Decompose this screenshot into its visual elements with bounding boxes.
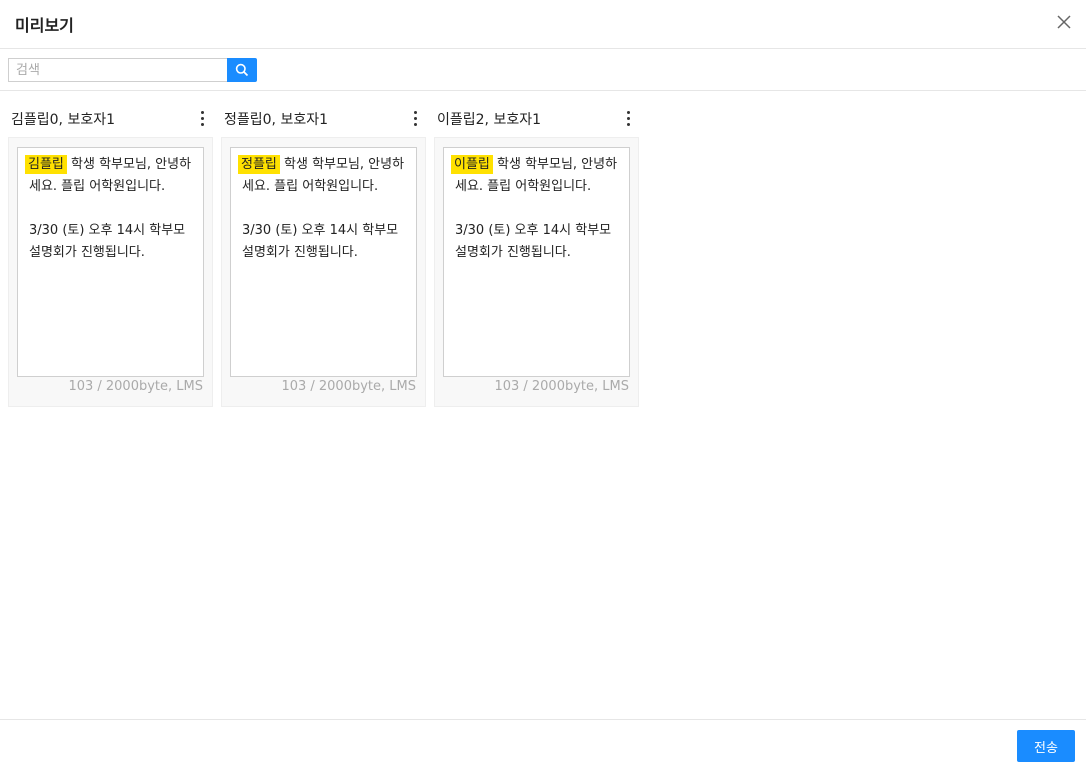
more-vertical-icon[interactable] — [195, 108, 209, 128]
search-bar — [0, 49, 1086, 91]
preview-column: 김플립0, 보호자1 김플립 학생 학부모님, 안녕하세요. 플립 어학원입니다… — [8, 106, 213, 407]
message-preview: 이플립 학생 학부모님, 안녕하세요. 플립 어학원입니다. 3/30 (토) … — [443, 147, 630, 377]
search-button[interactable] — [227, 58, 257, 82]
preview-column: 정플립0, 보호자1 정플립 학생 학부모님, 안녕하세요. 플립 어학원입니다… — [221, 106, 426, 407]
dialog-header: 미리보기 — [0, 0, 1086, 49]
byte-count: 103 / 2000byte, LMS — [68, 379, 203, 394]
search-icon — [235, 63, 249, 77]
send-button[interactable]: 전송 — [1017, 730, 1075, 762]
byte-count: 103 / 2000byte, LMS — [494, 379, 629, 394]
dialog-title: 미리보기 — [15, 16, 74, 35]
name-highlight: 정플립 — [238, 155, 280, 174]
more-vertical-icon[interactable] — [621, 108, 635, 128]
name-highlight: 김플립 — [25, 155, 67, 174]
dialog-footer: 전송 — [0, 719, 1086, 767]
message-preview: 김플립 학생 학부모님, 안녕하세요. 플립 어학원입니다. 3/30 (토) … — [17, 147, 204, 377]
recipient-name: 정플립0, 보호자1 — [224, 112, 328, 128]
recipient-name: 김플립0, 보호자1 — [11, 112, 115, 128]
search-input[interactable] — [8, 58, 227, 82]
recipient-name: 이플립2, 보호자1 — [437, 112, 541, 128]
preview-card: 김플립 학생 학부모님, 안녕하세요. 플립 어학원입니다. 3/30 (토) … — [8, 137, 213, 407]
preview-card: 이플립 학생 학부모님, 안녕하세요. 플립 어학원입니다. 3/30 (토) … — [434, 137, 639, 407]
name-highlight: 이플립 — [451, 155, 493, 174]
preview-card: 정플립 학생 학부모님, 안녕하세요. 플립 어학원입니다. 3/30 (토) … — [221, 137, 426, 407]
more-vertical-icon[interactable] — [408, 108, 422, 128]
close-icon[interactable] — [1056, 14, 1072, 30]
preview-column: 이플립2, 보호자1 이플립 학생 학부모님, 안녕하세요. 플립 어학원입니다… — [434, 106, 639, 407]
byte-count: 103 / 2000byte, LMS — [281, 379, 416, 394]
message-preview: 정플립 학생 학부모님, 안녕하세요. 플립 어학원입니다. 3/30 (토) … — [230, 147, 417, 377]
